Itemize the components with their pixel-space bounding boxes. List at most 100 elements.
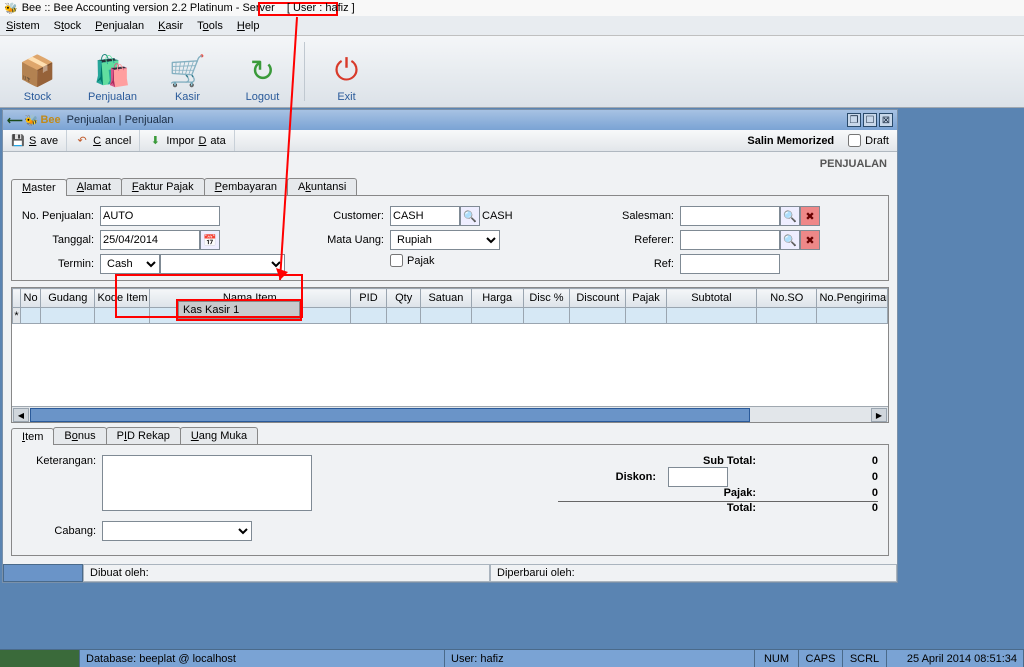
menu-stock[interactable]: Stock [54,20,82,32]
col-pajak2[interactable]: Pajak [626,289,666,308]
col-kode[interactable]: Kode Item [95,289,149,308]
separator [304,42,305,101]
scroll-thumb[interactable] [30,408,750,422]
no-penjualan-input[interactable] [100,206,220,226]
col-qty[interactable]: Qty [387,289,421,308]
status-bar: Database: beeplat @ localhost User: hafi… [0,649,1024,667]
h-scrollbar[interactable]: ◀ ▶ [12,406,888,422]
toolbar-kasir[interactable]: 🛒 Kasir [150,36,225,107]
cancel-button[interactable]: ↶Cancel [67,130,140,151]
cart-icon: 🛒 [170,53,206,89]
tab-faktur[interactable]: Faktur Pajak [121,178,205,195]
toolbar-exit[interactable]: ⏻ Exit [309,36,384,107]
no-penjualan-label: No. Penjualan: [20,210,100,222]
col-subtotal[interactable]: Subtotal [666,289,757,308]
salin-memorized-link[interactable]: Salin Memorized [747,135,834,147]
col-no[interactable]: No [21,289,41,308]
tab-pembayaran[interactable]: Pembayaran [204,178,288,195]
undo-icon: ↶ [75,134,89,148]
clear-icon[interactable]: ✖ [800,206,820,226]
top-tabs: Master Alamat Faktur Pajak Pembayaran Ak… [11,178,889,196]
item-grid: No Gudang Kode Item Nama Item PID Qty Sa… [11,287,889,423]
kas-select[interactable] [160,254,285,274]
menu-tools[interactable]: Tools [197,20,223,32]
menu-bar: Sistem Stock Penjualan Kasir Tools Help [0,16,1024,36]
scroll-right-icon[interactable]: ▶ [871,408,887,422]
col-discp[interactable]: Disc % [523,289,569,308]
search-icon[interactable]: 🔍 [460,206,480,226]
win-restore-icon[interactable]: ❐ [847,113,861,127]
customer-input[interactable] [390,206,460,226]
menu-penjualan[interactable]: Penjualan [95,20,144,32]
salesman-input[interactable] [680,206,780,226]
clear-icon[interactable]: ✖ [800,230,820,250]
col-noso[interactable]: No.SO [757,289,817,308]
form-toolbar: 💾Save ↶Cancel ⬇Impor Data Salin Memorize… [3,130,897,152]
tanggal-input[interactable] [100,230,200,250]
brand: Bee [40,114,60,126]
scroll-left-icon[interactable]: ◀ [13,408,29,422]
keterangan-input[interactable] [102,455,312,511]
status-db: Database: beeplat @ localhost [80,649,445,667]
table-row[interactable]: * [13,308,888,324]
status-datetime: 25 April 2014 08:51:34 [887,649,1024,667]
draft-checkbox[interactable] [848,134,861,147]
pajak-label: Pajak [403,255,435,267]
tab-alamat[interactable]: Alamat [66,178,122,195]
tab-akuntansi[interactable]: Akuntansi [287,178,357,195]
menu-kasir[interactable]: Kasir [158,20,183,32]
toolbar-penjualan[interactable]: 🛍️ Penjualan [75,36,150,107]
bag-icon: 🛍️ [95,53,131,89]
win-close-icon[interactable]: ⊠ [879,113,893,127]
tab-master[interactable]: Master [11,179,67,196]
draft-label: Draft [865,135,889,147]
col-nopengiriman[interactable]: No.Pengiriman [817,289,888,308]
salesman-label: Salesman: [600,210,680,222]
logout-icon: ↻ [245,53,281,89]
menu-help[interactable]: Help [237,20,260,32]
diskon-input[interactable] [668,467,728,487]
col-gudang[interactable]: Gudang [41,289,95,308]
ref-input[interactable] [680,254,780,274]
mata-uang-select[interactable]: Rupiah [390,230,500,250]
col-satuan[interactable]: Satuan [421,289,471,308]
tab-pidrekap[interactable]: PID Rekap [106,427,181,444]
referer-label: Referer: [600,234,680,246]
menu-sistem[interactable]: Sistem [6,20,40,32]
tanggal-label: Tanggal: [20,234,100,246]
total-value: 0 [768,502,878,514]
tab-bonus[interactable]: Bonus [53,427,106,444]
mata-uang-label: Mata Uang: [320,234,390,246]
termin-label: Termin: [20,258,100,270]
search-icon[interactable]: 🔍 [780,206,800,226]
col-discount[interactable]: Discount [570,289,626,308]
calendar-icon[interactable]: 📅 [200,230,220,250]
pajak-total-value: 0 [768,487,878,499]
dibuat-label: Dibuat oleh: [83,564,490,582]
bee-icon: 🐝 [4,2,18,15]
diperbarui-label: Diperbarui oleh: [490,564,897,582]
tab-uangmuka[interactable]: Uang Muka [180,427,258,444]
termin-select[interactable]: Cash [100,254,160,274]
col-pid[interactable]: PID [350,289,386,308]
search-icon[interactable]: 🔍 [780,230,800,250]
subtotal-value: 0 [768,455,878,467]
tab-item[interactable]: Item [11,428,54,445]
cabang-label: Cabang: [22,525,102,537]
cabang-select[interactable] [102,521,252,541]
user-tag: [ User : hafiz ] [287,2,355,14]
save-button[interactable]: 💾Save [3,130,67,151]
win-max-icon[interactable]: ☐ [863,113,877,127]
status-num: NUM [755,649,799,667]
referer-input[interactable] [680,230,780,250]
back-icon[interactable]: ⟵ [7,114,23,127]
window-title: Penjualan | Penjualan [67,114,174,126]
toolbar-logout[interactable]: ↻ Logout [225,36,300,107]
toolbar-stock[interactable]: 📦 Stock [0,36,75,107]
pajak-checkbox[interactable] [390,254,403,267]
power-icon: ⏻ [329,53,365,89]
col-harga[interactable]: Harga [471,289,523,308]
subtotal-label: Sub Total: [558,455,768,467]
impor-button[interactable]: ⬇Impor Data [140,130,234,151]
kas-option[interactable]: Kas Kasir 1 [178,301,300,319]
